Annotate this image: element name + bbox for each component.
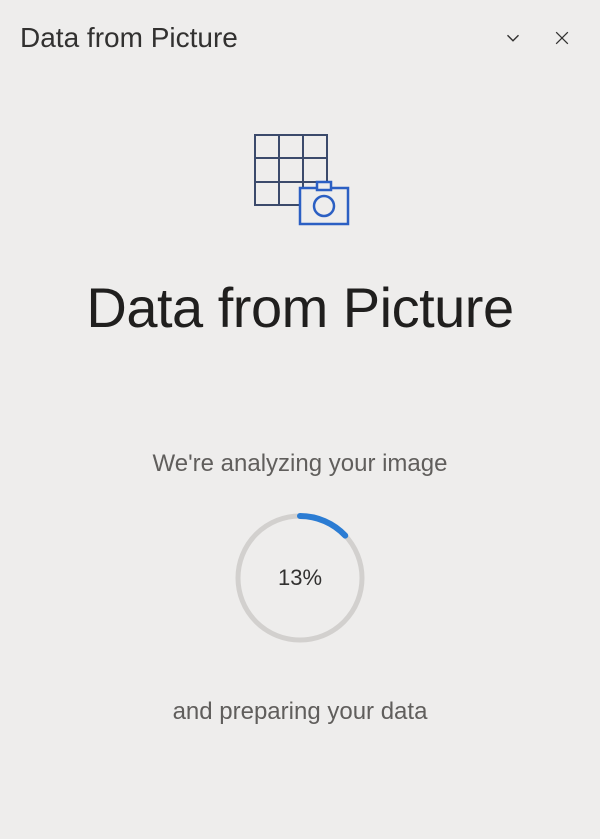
status-text-bottom: and preparing your data bbox=[173, 698, 428, 726]
chevron-down-icon bbox=[502, 27, 524, 49]
panel-title: Data from Picture bbox=[20, 22, 238, 54]
progress-percent-label: 13% bbox=[278, 565, 322, 591]
collapse-button[interactable] bbox=[498, 23, 528, 53]
progress-indicator: 13% bbox=[230, 508, 370, 648]
close-button[interactable] bbox=[548, 24, 576, 52]
main-heading: Data from Picture bbox=[86, 275, 513, 340]
content-area: Data from Picture We're analyzing your i… bbox=[0, 70, 600, 726]
status-text-top: We're analyzing your image bbox=[153, 450, 448, 478]
close-icon bbox=[552, 28, 572, 48]
panel-header: Data from Picture bbox=[0, 0, 600, 70]
header-actions bbox=[498, 23, 576, 53]
data-from-picture-icon bbox=[245, 130, 355, 235]
